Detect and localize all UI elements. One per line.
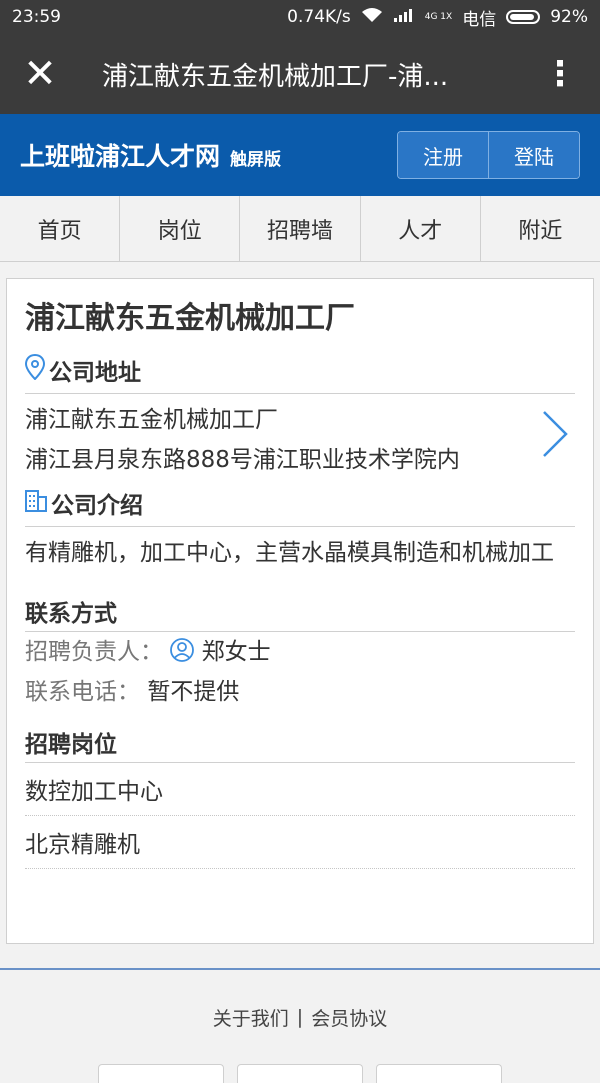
close-icon[interactable]: ✕ xyxy=(0,34,80,114)
contact-person-label: 招聘负责人： xyxy=(25,639,163,665)
contact-phone-row: 联系电话： 暂不提供 xyxy=(25,672,575,712)
intro-title: 公司介绍 xyxy=(51,493,143,519)
carrier-name: 电信 xyxy=(462,9,497,30)
job-item[interactable]: 数控加工中心 xyxy=(25,763,575,816)
network-speed: 0.74K/s xyxy=(287,7,351,27)
address-line2: 浦江县月泉东路888号浦江职业技术学院内 xyxy=(25,447,460,473)
user-icon xyxy=(170,638,201,665)
more-menu-icon[interactable]: ⋮ xyxy=(520,34,600,114)
company-card: 浦江献东五金机械加工厂 公司地址 浦江献东五金机械加工厂 浦江县月泉东路888号… xyxy=(6,278,594,944)
contact-person-value: 郑女士 xyxy=(201,639,271,665)
address-line1: 浦江献东五金机械加工厂 xyxy=(25,407,278,433)
footer-separator: | xyxy=(296,1006,304,1028)
wifi-icon xyxy=(361,7,383,28)
browser-titlebar: ✕ 浦江献东五金机械加工厂-浦... ⋮ xyxy=(0,34,600,114)
about-link[interactable]: 关于我们 xyxy=(213,1004,289,1031)
address-title: 公司地址 xyxy=(49,360,141,386)
brand-sub: 触屏版 xyxy=(230,150,282,170)
intro-text: 有精雕机，加工中心，主营水晶模具制造和机械加工 xyxy=(25,540,554,566)
jobs-title: 招聘岗位 xyxy=(25,722,575,763)
job-item[interactable]: 北京精雕机 xyxy=(25,816,575,869)
nav-talent[interactable]: 人才 xyxy=(361,196,481,261)
company-name: 浦江献东五金机械加工厂 xyxy=(25,301,355,336)
contact-person-row: 招聘负责人： 郑女士 xyxy=(25,632,575,672)
address-lines: 浦江献东五金机械加工厂 浦江县月泉东路888号浦江职业技术学院内 xyxy=(25,400,460,480)
network-type: 4G 1X xyxy=(424,11,453,22)
nav-home[interactable]: 首页 xyxy=(0,196,121,261)
contact-phone-value: 暂不提供 xyxy=(147,679,240,705)
brand-name: 上班啦浦江人才网 xyxy=(20,142,221,171)
nav-jobs[interactable]: 岗位 xyxy=(120,196,241,261)
page-title: 浦江献东五金机械加工厂-浦... xyxy=(102,61,449,92)
chevron-right-icon[interactable] xyxy=(535,409,575,471)
contact-title: 联系方式 xyxy=(25,591,575,632)
nav-wall[interactable]: 招聘墙 xyxy=(240,196,361,261)
location-pin-icon xyxy=(24,353,46,386)
main-nav: 首页 岗位 招聘墙 人才 附近 xyxy=(0,196,600,262)
building-icon xyxy=(25,488,47,518)
site-brand[interactable]: 上班啦浦江人才网 触屏版 xyxy=(20,137,281,173)
address-row[interactable]: 浦江献东五金机械加工厂 浦江县月泉东路888号浦江职业技术学院内 xyxy=(25,394,575,484)
status-bar: 23:59 0.74K/s 4G 1X 电信 92% xyxy=(0,0,600,34)
footer-links: 关于我们 | 会员协议 xyxy=(0,968,600,1064)
battery-icon xyxy=(506,10,541,24)
auth-buttons: 注册 登陆 xyxy=(397,131,580,179)
intro-heading: 公司介绍 xyxy=(25,484,575,527)
signal-icon xyxy=(393,7,415,28)
login-button[interactable]: 登陆 xyxy=(488,132,579,178)
agreement-link[interactable]: 会员协议 xyxy=(311,1004,387,1031)
register-button[interactable]: 注册 xyxy=(398,132,488,178)
status-right: 0.74K/s 4G 1X 电信 92% xyxy=(287,5,588,30)
battery-percent: 92% xyxy=(550,7,588,27)
battery-fill xyxy=(510,14,535,20)
nav-nearby[interactable]: 附近 xyxy=(481,196,600,261)
address-heading: 公司地址 xyxy=(24,351,575,394)
site-header: 上班啦浦江人才网 触屏版 注册 登陆 xyxy=(0,114,600,196)
contact-phone-label: 联系电话： xyxy=(25,679,140,705)
status-time: 23:59 xyxy=(12,7,61,27)
